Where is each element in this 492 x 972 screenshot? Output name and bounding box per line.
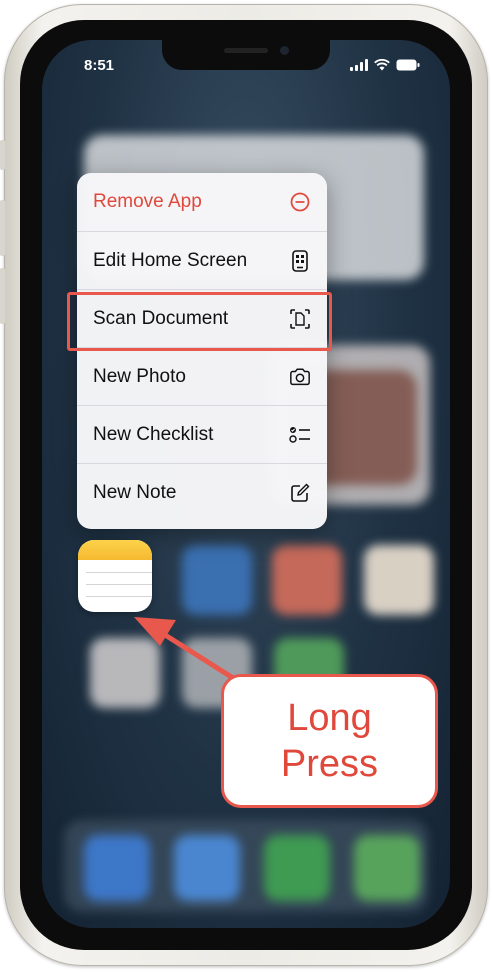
callout-line-1: Long bbox=[287, 697, 372, 739]
annotation-arrow bbox=[134, 617, 255, 693]
long-press-callout: Long Press bbox=[221, 674, 438, 808]
callout-line-2: Press bbox=[280, 743, 379, 785]
